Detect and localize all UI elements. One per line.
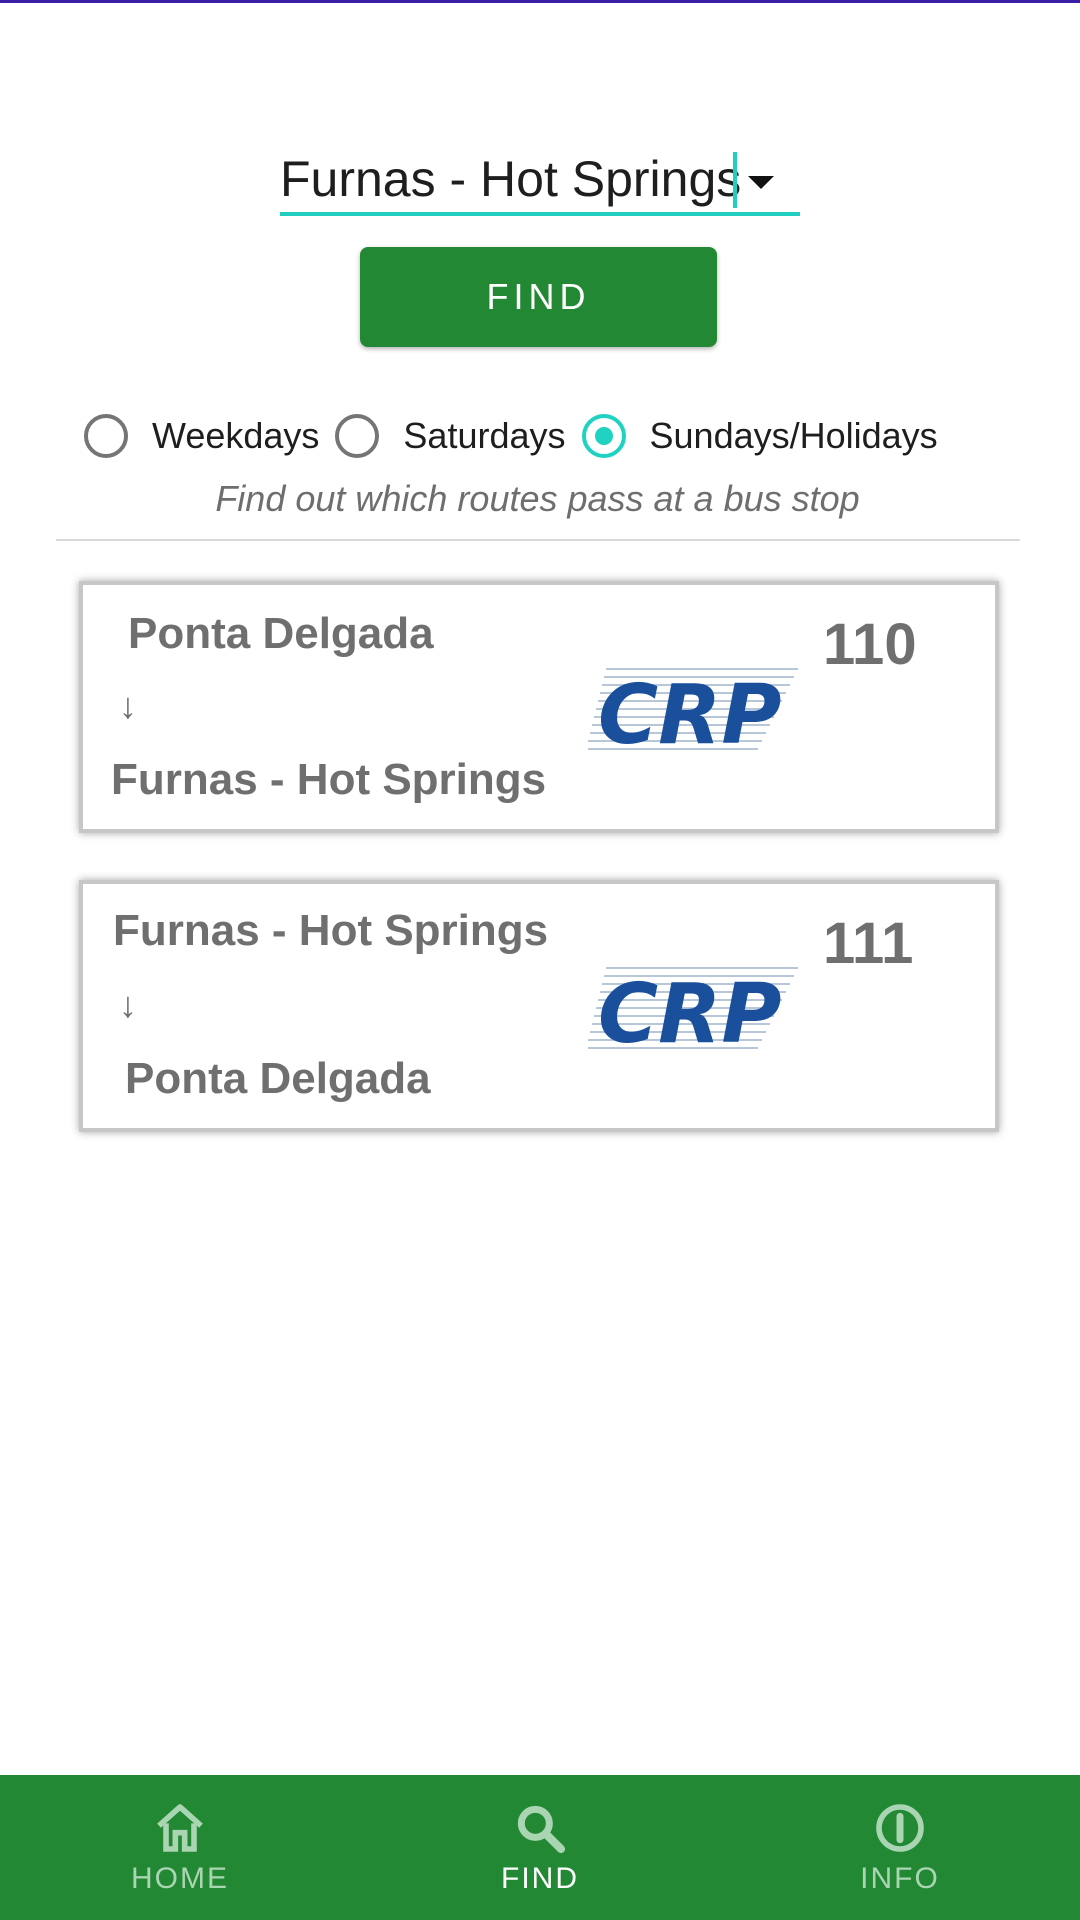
find-screen: Furnas - Hot Springs FIND Weekdays Satur… [0, 0, 1080, 1920]
arrow-down-icon: ↓ [119, 984, 137, 1025]
route-destination: Ponta Delgada [125, 1054, 431, 1103]
dropdown-arrow-icon[interactable] [748, 176, 774, 189]
radio-label: Weekdays [152, 415, 320, 456]
route-card-110[interactable]: Ponta Delgada ↓ Furnas - Hot Springs 110… [79, 581, 999, 833]
route-origin: Ponta Delgada [128, 609, 434, 658]
crp-logo-text: CRP [598, 668, 781, 753]
crp-logo: CRP [588, 967, 798, 1052]
divider [56, 539, 1020, 541]
nav-find[interactable]: FIND [360, 1775, 720, 1920]
nav-label: INFO [860, 1861, 940, 1895]
nav-info[interactable]: INFO [720, 1775, 1080, 1920]
stop-dropdown-value: Furnas - Hot Springs [280, 151, 742, 207]
route-origin: Furnas - Hot Springs [113, 906, 549, 955]
info-icon [876, 1803, 924, 1852]
stop-dropdown[interactable]: Furnas - Hot Springs [280, 140, 800, 216]
find-button[interactable]: FIND [360, 247, 717, 347]
radio-weekdays[interactable]: Weekdays [84, 414, 319, 458]
hint-text: Find out which routes pass at a bus stop [215, 478, 860, 519]
nav-label: HOME [131, 1861, 229, 1895]
search-icon [517, 1805, 566, 1853]
arrow-down-icon: ↓ [119, 685, 137, 726]
bottom-navigation: HOME FIND INFO [0, 1775, 1080, 1920]
home-icon [157, 1803, 203, 1852]
route-number: 110 [823, 612, 917, 677]
radio-circle-checked[interactable] [581, 414, 626, 458]
status-strip [0, 0, 1080, 3]
radio-circle[interactable] [84, 414, 128, 458]
nav-label: FIND [501, 1861, 579, 1895]
crp-logo: CRP [588, 668, 798, 753]
route-card-111[interactable]: Furnas - Hot Springs ↓ Ponta Delgada 111… [79, 880, 999, 1132]
radio-sundays-holidays[interactable]: Sundays/Holidays [581, 414, 938, 458]
radio-saturdays[interactable]: Saturdays [335, 414, 566, 458]
nav-home[interactable]: HOME [0, 1775, 360, 1920]
text-caret [733, 152, 737, 208]
crp-logo-text: CRP [598, 967, 781, 1052]
schedule-radio-group: Weekdays Saturdays Sundays/Holidays [84, 408, 1014, 464]
radio-label: Saturdays [403, 415, 566, 456]
radio-circle[interactable] [335, 414, 380, 458]
route-number: 111 [823, 911, 914, 976]
route-destination: Furnas - Hot Springs [111, 755, 547, 804]
radio-label: Sundays/Holidays [649, 415, 938, 456]
